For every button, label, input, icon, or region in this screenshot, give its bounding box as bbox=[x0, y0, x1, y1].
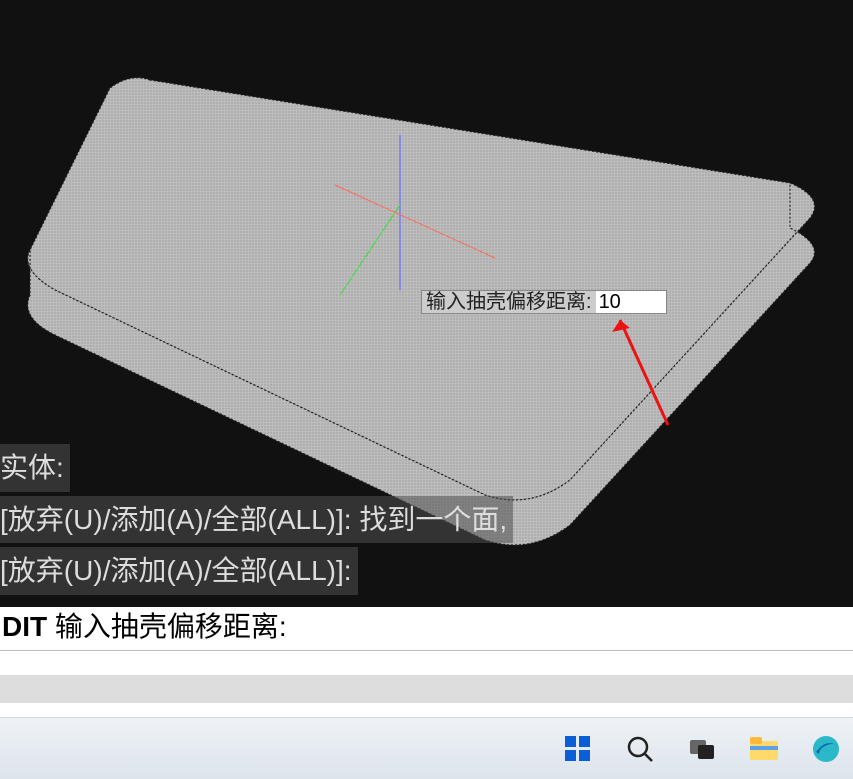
file-explorer-icon[interactable] bbox=[747, 732, 781, 766]
console-line-2: [放弃(U)/添加(A)/全部(ALL)]: 找到一个面, bbox=[0, 496, 513, 544]
taskbar[interactable] bbox=[0, 717, 853, 779]
console-line-1: 实体: bbox=[0, 444, 70, 492]
edge-icon[interactable] bbox=[809, 732, 843, 766]
annotation-arrow bbox=[608, 310, 678, 430]
search-icon[interactable] bbox=[623, 732, 657, 766]
task-view-icon[interactable] bbox=[685, 732, 719, 766]
solid-top-face[interactable] bbox=[28, 78, 815, 500]
command-prompt: 输入抽壳偏移距离: bbox=[47, 611, 287, 642]
dynamic-input-label: 输入抽壳偏移距离: bbox=[422, 291, 596, 313]
command-prefix: DIT bbox=[2, 611, 47, 642]
command-line[interactable]: DIT 输入抽壳偏移距离: bbox=[0, 607, 853, 651]
start-icon[interactable] bbox=[561, 732, 595, 766]
console-line-3: [放弃(U)/添加(A)/全部(ALL)]: bbox=[0, 547, 358, 595]
status-bar bbox=[0, 675, 853, 703]
